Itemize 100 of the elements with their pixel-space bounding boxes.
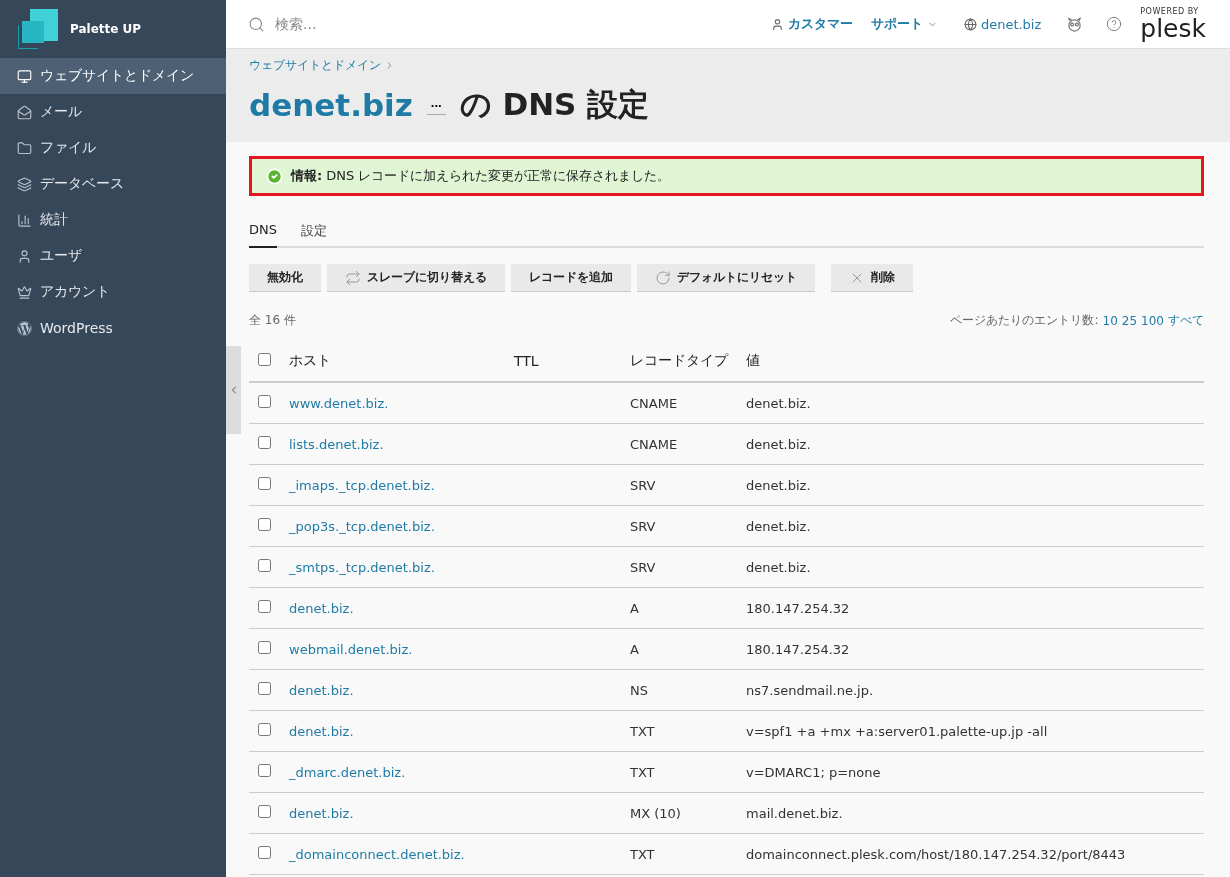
value-cell: ns7.sendmail.ne.jp. bbox=[746, 682, 874, 698]
globe-icon bbox=[963, 17, 977, 31]
toolbar-button[interactable]: 削除 bbox=[831, 264, 913, 292]
sidebar-item[interactable]: データベース bbox=[0, 166, 226, 202]
brand-name: Palette UP bbox=[70, 22, 142, 36]
per-page-link[interactable]: すべて bbox=[1168, 312, 1204, 329]
domain-title-link[interactable]: denet.biz bbox=[249, 87, 413, 123]
host-link[interactable]: denet.biz. bbox=[289, 805, 354, 821]
value-cell: v=DMARC1; p=none bbox=[746, 764, 881, 780]
row-checkbox[interactable] bbox=[258, 600, 271, 613]
value-cell: denet.biz. bbox=[746, 518, 811, 534]
host-link[interactable]: lists.denet.biz. bbox=[289, 436, 384, 452]
host-link[interactable]: _smtps._tcp.denet.biz. bbox=[289, 559, 435, 575]
tab[interactable]: 設定 bbox=[301, 218, 327, 248]
record-type-cell: NS bbox=[630, 682, 648, 698]
bar-chart-icon bbox=[17, 212, 32, 228]
mail-icon bbox=[17, 104, 32, 120]
record-type-cell: A bbox=[630, 641, 639, 657]
host-link[interactable]: _domainconnect.denet.biz. bbox=[289, 846, 465, 862]
switch-icon bbox=[345, 269, 361, 286]
record-type-cell: CNAME bbox=[630, 436, 678, 452]
per-page-link[interactable]: 10 bbox=[1102, 313, 1118, 328]
plesk-logo: plesk bbox=[1140, 15, 1206, 41]
customer-link[interactable]: カスタマー bbox=[770, 15, 853, 33]
collapse-handle[interactable] bbox=[226, 346, 241, 434]
per-page-label: ページあたりのエントリ数: bbox=[950, 312, 1099, 329]
logo-icon bbox=[18, 9, 58, 49]
host-link[interactable]: denet.biz. bbox=[289, 600, 354, 616]
more-button[interactable]: ... bbox=[426, 95, 446, 115]
info-text: 情報: DNS レコードに加えられた変更が正常に保存されました。 bbox=[291, 167, 671, 185]
host-link[interactable]: webmail.denet.biz. bbox=[289, 641, 413, 657]
column-header: ホスト bbox=[289, 352, 331, 368]
sidebar-item[interactable]: アカウント bbox=[0, 274, 226, 310]
value-cell: 180.147.254.32 bbox=[746, 600, 850, 616]
record-type-cell: TXT bbox=[630, 764, 655, 780]
value-cell: denet.biz. bbox=[746, 395, 811, 411]
user-icon bbox=[770, 17, 784, 31]
row-checkbox[interactable] bbox=[258, 682, 271, 695]
host-link[interactable]: _pop3s._tcp.denet.biz. bbox=[289, 518, 435, 534]
host-link[interactable]: denet.biz. bbox=[289, 682, 354, 698]
toolbar-button[interactable]: デフォルトにリセット bbox=[637, 264, 815, 292]
help-icon[interactable] bbox=[1106, 16, 1123, 32]
row-checkbox[interactable] bbox=[258, 395, 271, 408]
sidebar-item[interactable]: メール bbox=[0, 94, 226, 130]
page-title: の DNS 設定 bbox=[459, 85, 650, 124]
per-page-link[interactable]: 25 bbox=[1121, 313, 1138, 328]
success-icon bbox=[266, 167, 283, 185]
per-page-link[interactable]: 100 bbox=[1141, 313, 1164, 328]
value-cell: v=spf1 +a +mx +a:server01.palette-up.jp -all bbox=[746, 723, 1048, 739]
column-header: レコードタイプ bbox=[630, 352, 728, 368]
row-checkbox[interactable] bbox=[258, 723, 271, 736]
domain-link[interactable]: denet.biz bbox=[963, 16, 1042, 32]
sidebar-item[interactable]: WordPress bbox=[0, 310, 226, 346]
value-cell: mail.denet.biz. bbox=[746, 805, 843, 821]
toolbar-button[interactable]: 無効化 bbox=[249, 264, 321, 292]
row-checkbox[interactable] bbox=[258, 559, 271, 572]
user-icon bbox=[17, 248, 32, 264]
sidebar-item[interactable]: ユーザ bbox=[0, 238, 226, 274]
record-type-cell: SRV bbox=[630, 518, 656, 534]
host-link[interactable]: _imaps._tcp.denet.biz. bbox=[289, 477, 435, 493]
record-type-cell: TXT bbox=[630, 723, 655, 739]
value-cell: domainconnect.plesk.com/host/180.147.254.32/port/8443 bbox=[746, 846, 1126, 862]
support-menu[interactable]: サポート bbox=[870, 15, 938, 33]
row-checkbox[interactable] bbox=[258, 805, 271, 818]
host-link[interactable]: _dmarc.denet.biz. bbox=[289, 764, 406, 780]
mascot-icon[interactable] bbox=[1067, 16, 1083, 32]
search-field[interactable]: 検索... bbox=[273, 15, 577, 33]
wordpress-icon bbox=[17, 320, 32, 336]
toolbar-button[interactable]: レコードを追加 bbox=[511, 264, 631, 292]
column-header: 値 bbox=[746, 352, 760, 368]
row-checkbox[interactable] bbox=[258, 846, 271, 859]
sidebar-item[interactable]: ウェブサイトとドメイン bbox=[0, 58, 226, 94]
monitor-icon bbox=[17, 68, 32, 84]
search-icon bbox=[248, 15, 265, 33]
column-header: TTL bbox=[514, 353, 539, 369]
sidebar-item[interactable]: 統計 bbox=[0, 202, 226, 238]
value-cell: denet.biz. bbox=[746, 559, 811, 575]
toolbar-button[interactable]: スレーブに切り替える bbox=[327, 264, 505, 292]
record-type-cell: SRV bbox=[630, 477, 656, 493]
host-link[interactable]: www.denet.biz. bbox=[289, 395, 389, 411]
row-checkbox[interactable] bbox=[258, 436, 271, 449]
select-all-checkbox[interactable] bbox=[258, 353, 271, 366]
record-type-cell: CNAME bbox=[630, 395, 678, 411]
row-checkbox[interactable] bbox=[258, 764, 271, 777]
row-checkbox[interactable] bbox=[258, 477, 271, 490]
record-type-cell: TXT bbox=[630, 846, 655, 862]
row-checkbox[interactable] bbox=[258, 518, 271, 531]
host-link[interactable]: denet.biz. bbox=[289, 723, 354, 739]
reset-icon bbox=[655, 269, 671, 286]
record-type-cell: A bbox=[630, 600, 639, 616]
breadcrumb-link[interactable]: ウェブサイトとドメイン bbox=[249, 57, 395, 74]
row-checkbox[interactable] bbox=[258, 641, 271, 654]
sidebar-item[interactable]: ファイル bbox=[0, 130, 226, 166]
record-type-cell: SRV bbox=[630, 559, 656, 575]
powered-by-label: POWERED BY bbox=[1140, 7, 1199, 16]
value-cell: denet.biz. bbox=[746, 477, 811, 493]
crown-icon bbox=[17, 284, 32, 300]
value-cell: denet.biz. bbox=[746, 436, 811, 452]
tab[interactable]: DNS bbox=[249, 218, 277, 248]
total-count: 全 16 件 bbox=[249, 312, 296, 329]
